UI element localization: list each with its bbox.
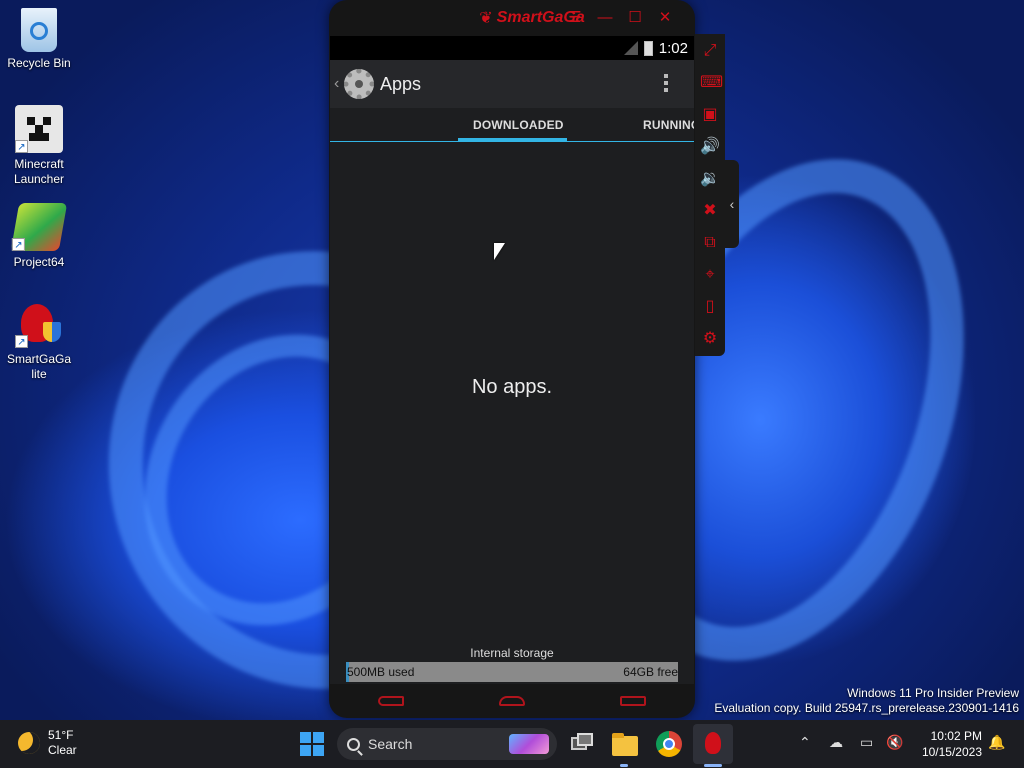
clock-date: 10/15/2023: [921, 745, 982, 759]
mouse-cursor: [494, 243, 505, 260]
android-status-bar: 1:02: [330, 36, 694, 60]
desktop-icon-project64[interactable]: ↗ Project64: [3, 203, 75, 270]
chevron-up-icon[interactable]: ⌃: [799, 734, 811, 751]
tab-indicator: [458, 138, 567, 141]
volume-muted-icon[interactable]: 🔇: [886, 734, 903, 751]
recycle-bin-icon: [21, 8, 57, 52]
emulator-window: ❦ SmartGaGa ☰ — ☐ ✕ 1:02 ‹ Apps DOWNLOAD…: [329, 0, 695, 718]
desktop-icon-label: SmartGaGa lite: [6, 352, 72, 381]
chrome-icon[interactable]: [655, 730, 683, 758]
location-icon[interactable]: ⌖: [700, 264, 720, 285]
apk-install-icon[interactable]: ▣: [700, 104, 720, 125]
watermark-line1: Windows 11 Pro Insider Preview: [847, 686, 1019, 700]
running-indicator: [620, 764, 628, 767]
smartgaga-taskbar-button[interactable]: [693, 724, 733, 764]
windows-watermark: Windows 11 Pro Insider Preview Evaluatio…: [714, 686, 1019, 716]
action-bar: ‹ Apps: [330, 60, 694, 108]
menu-icon[interactable]: ☰: [567, 9, 583, 27]
maximize-button[interactable]: ☐: [627, 9, 643, 27]
tab-running[interactable]: RUNNING: [643, 118, 694, 132]
taskbar-clock[interactable]: 10:02 PM 10/15/2023: [918, 728, 982, 760]
keyboard-icon[interactable]: ⌨: [700, 72, 723, 93]
smartgaga-icon: ↗: [15, 300, 63, 348]
swan-logo-icon: ❦: [479, 10, 493, 27]
back-button[interactable]: [377, 696, 404, 706]
minimize-button[interactable]: —: [597, 9, 613, 27]
clock-time: 10:02 PM: [930, 729, 982, 743]
collapse-toolbar-button[interactable]: ‹: [725, 160, 739, 248]
storage-free: 64GB free: [623, 665, 678, 679]
desktop-icon-label: Minecraft Launcher: [13, 157, 65, 186]
settings-gear-icon[interactable]: [344, 69, 374, 99]
window-controls: ☰ — ☐ ✕: [567, 9, 673, 27]
tab-strip: DOWNLOADED RUNNING: [330, 108, 694, 142]
desktop-icon-recycle-bin[interactable]: Recycle Bin: [3, 8, 75, 71]
volume-down-icon[interactable]: 🔉: [700, 168, 720, 189]
smartgaga-icon: [705, 732, 721, 754]
search-highlight-icon: [509, 734, 549, 754]
start-button[interactable]: [300, 732, 324, 756]
storage-used: 500MB used: [347, 665, 415, 679]
weather-condition: Clear: [48, 743, 77, 757]
search-label: Search: [368, 736, 413, 752]
storage-bar: 500MB used 64GB free: [346, 662, 678, 682]
volume-up-icon[interactable]: 🔊: [700, 136, 720, 157]
emulator-side-toolbar: ⤢ ⌨ ▣ 🔊 🔉 ✖ ⧉ ⌖ ▯ ⚙: [695, 34, 725, 356]
onedrive-icon[interactable]: ☁: [829, 734, 843, 751]
tab-downloaded[interactable]: DOWNLOADED: [473, 118, 564, 132]
desktop-icon-minecraft-launcher[interactable]: ↗ Minecraft Launcher: [3, 105, 75, 187]
active-indicator: [704, 764, 722, 767]
taskbar-search[interactable]: Search: [337, 728, 557, 760]
android-nav-bar: [330, 684, 694, 718]
moon-icon: [18, 732, 40, 754]
close-button[interactable]: ✕: [657, 9, 673, 27]
desktop-icon-smartgaga-lite[interactable]: ↗ SmartGaGa lite: [3, 300, 75, 382]
search-icon: [347, 737, 360, 751]
notification-bell-icon[interactable]: 🔔: [988, 734, 1005, 751]
task-view-icon[interactable]: [568, 730, 596, 758]
overflow-menu-icon[interactable]: [664, 74, 668, 92]
signal-icon: [623, 41, 638, 55]
page-title: Apps: [380, 73, 422, 94]
shortcut-arrow-icon: ↗: [15, 140, 28, 153]
multi-instance-icon[interactable]: ⧉: [700, 232, 720, 253]
desktop-icon-label: Project64: [13, 255, 65, 269]
status-time: 1:02: [658, 39, 688, 57]
taskbar: 51°F Clear Search ⌃ ☁ ▭ 🔇 10:02 PM 10/15…: [0, 720, 1024, 768]
storage-label: Internal storage: [470, 646, 554, 660]
weather-temp: 51°F: [48, 728, 74, 742]
network-icon[interactable]: ▭: [860, 734, 873, 751]
project64-icon: ↗: [10, 203, 68, 251]
android-screen: 1:02 ‹ Apps DOWNLOADED RUNNING No apps. …: [330, 36, 694, 684]
windows-logo-icon: [300, 732, 311, 743]
battery-icon: [643, 40, 653, 56]
fullscreen-icon[interactable]: ⤢: [700, 40, 720, 61]
recent-apps-button[interactable]: [620, 696, 647, 706]
weather-widget[interactable]: 51°F Clear: [18, 728, 77, 758]
home-button[interactable]: [498, 696, 525, 706]
shake-icon[interactable]: ▯: [700, 296, 720, 317]
watermark-line2: Evaluation copy. Build 25947.rs_prerelea…: [714, 701, 1019, 715]
back-chevron-icon[interactable]: ‹: [334, 75, 344, 93]
shortcut-arrow-icon: ↗: [15, 335, 28, 348]
emulator-title-bar[interactable]: ❦ SmartGaGa ☰ — ☐ ✕: [329, 0, 695, 36]
keymapping-icon[interactable]: ✖: [700, 200, 720, 221]
minecraft-icon: ↗: [15, 105, 63, 153]
settings-icon[interactable]: ⚙: [700, 328, 720, 349]
shortcut-arrow-icon: ↗: [11, 238, 25, 251]
file-explorer-icon[interactable]: [611, 730, 639, 758]
empty-state-message: No apps.: [471, 376, 553, 398]
desktop-icon-label: Recycle Bin: [7, 56, 71, 70]
